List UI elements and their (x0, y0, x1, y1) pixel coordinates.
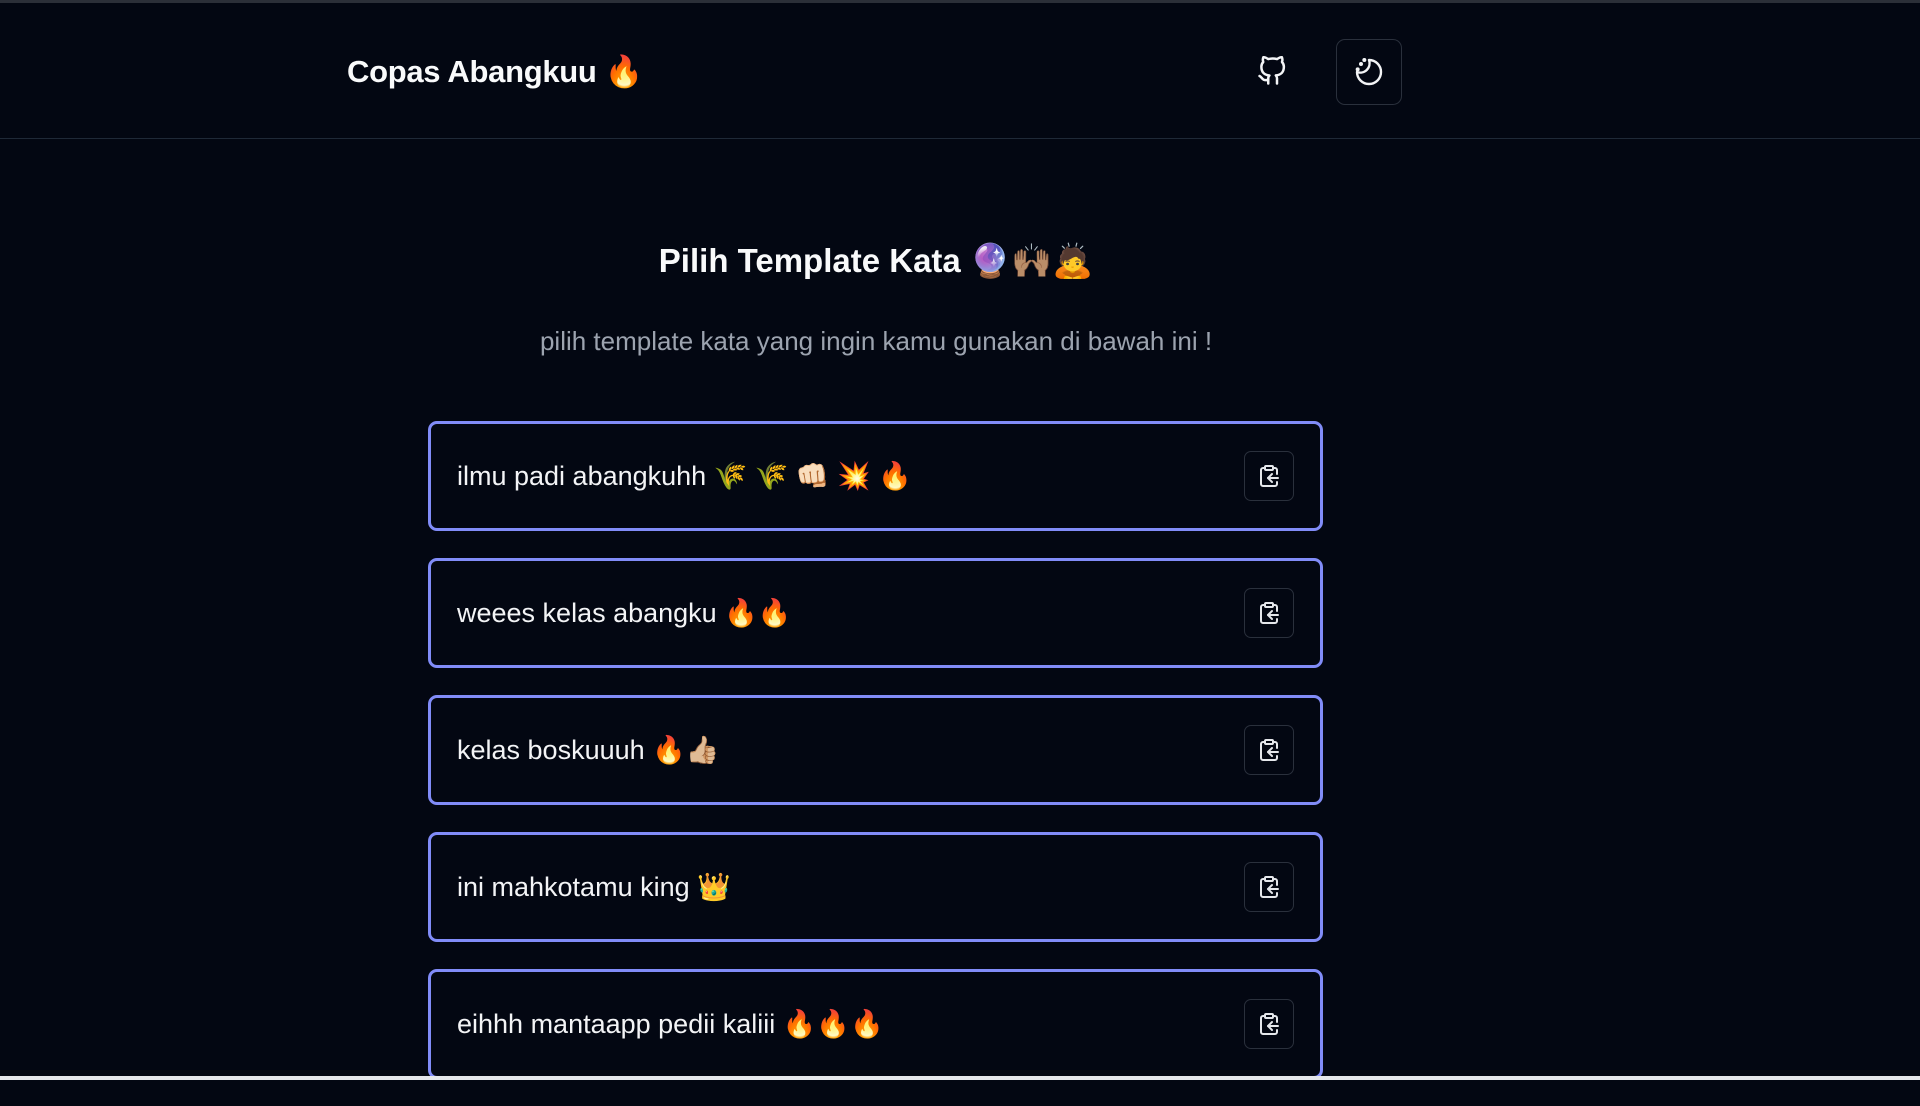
brand-title[interactable]: Copas Abangkuu 🔥 (347, 53, 643, 90)
template-text: ilmu padi abangkuhh 🌾 🌾 👊🏻 💥 🔥 (457, 461, 912, 491)
horizontal-scrollbar[interactable] (0, 1076, 1920, 1080)
clipboard-copy-icon (1260, 739, 1279, 761)
copy-button[interactable] (1244, 999, 1294, 1049)
template-text: ini mahkotamu king 👑 (457, 872, 731, 902)
template-text: kelas boskuuuh 🔥👍🏼 (457, 735, 720, 765)
github-icon (1258, 55, 1286, 85)
page-subtitle: pilih template kata yang ingin kamu guna… (539, 326, 1213, 356)
clipboard-copy-icon (1260, 465, 1279, 487)
page-title: Pilih Template Kata 🔮🙌🏽🙇 (658, 242, 1094, 279)
moon-stars-icon (1355, 58, 1383, 86)
template-text: weees kelas abangku 🔥🔥 (457, 598, 792, 628)
clipboard-copy-icon (1260, 1013, 1279, 1035)
theme-toggle-button[interactable] (1336, 39, 1402, 105)
copy-button[interactable] (1244, 725, 1294, 775)
copy-button[interactable] (1244, 588, 1294, 638)
copy-button[interactable] (1244, 862, 1294, 912)
navbar: Copas Abangkuu 🔥 (0, 3, 1920, 139)
template-card[interactable]: ilmu padi abangkuhh 🌾 🌾 👊🏻 💥 🔥 (428, 421, 1323, 531)
github-button[interactable] (1244, 43, 1300, 99)
clipboard-copy-icon (1260, 876, 1279, 898)
template-card[interactable]: kelas boskuuuh 🔥👍🏼 (428, 695, 1323, 805)
copy-button[interactable] (1244, 451, 1294, 501)
template-card[interactable]: ini mahkotamu king 👑 (428, 832, 1323, 942)
template-card[interactable]: weees kelas abangku 🔥🔥 (428, 558, 1323, 668)
template-card[interactable]: eihhh mantaapp pedii kaliii 🔥🔥🔥 (428, 969, 1323, 1079)
template-text: eihhh mantaapp pedii kaliii 🔥🔥🔥 (457, 1009, 884, 1039)
clipboard-copy-icon (1260, 602, 1279, 624)
template-list: ilmu padi abangkuhh 🌾 🌾 👊🏻 💥 🔥 weees kel… (428, 421, 1323, 1106)
